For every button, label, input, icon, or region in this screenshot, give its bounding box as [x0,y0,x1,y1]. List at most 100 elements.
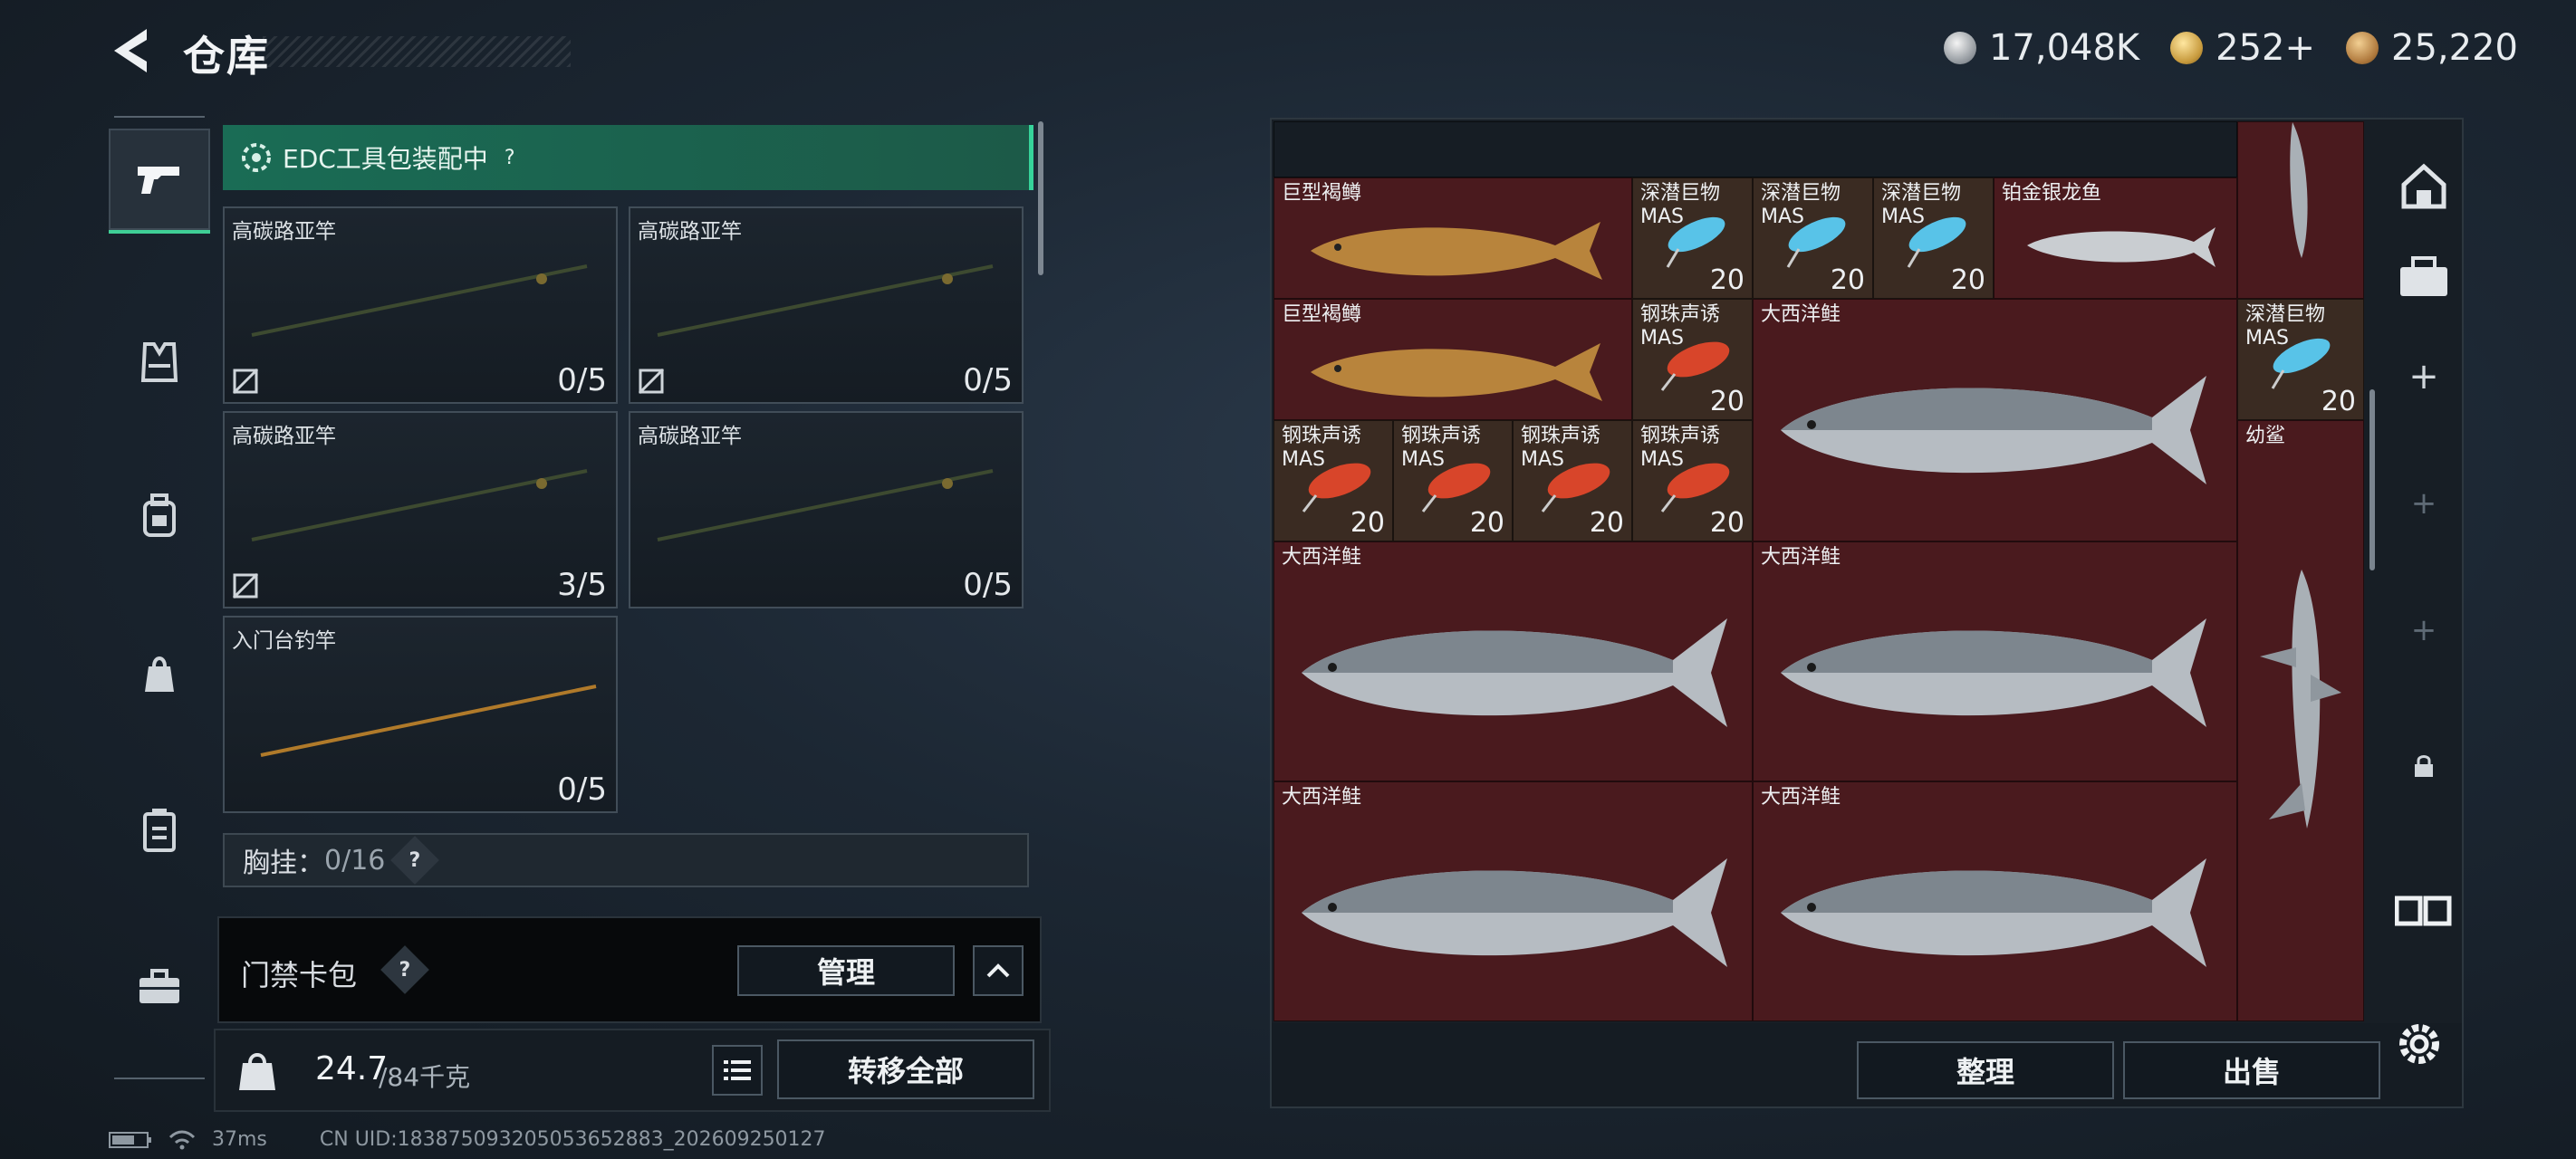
fish-item-atlantic-salmon[interactable]: 大西洋鲑 [1274,541,1753,781]
nav-armor[interactable] [109,311,210,413]
card-bag-help-icon[interactable]: ? [380,945,429,994]
plus-icon: + [2410,485,2437,522]
no-attachment-icon [232,368,259,395]
quick-sort-tab[interactable] [2391,878,2456,943]
add-tab-button-disabled[interactable]: + [2391,471,2456,536]
weight-value: 24.7 [315,1050,389,1087]
lure-item-steel-ball[interactable]: 钢珠声诱 MAS 20 [1632,299,1753,420]
lure-item-deep-diver[interactable]: 深潜巨物 MAS 20 [1753,177,1873,299]
settings-button[interactable] [2393,1018,2446,1070]
chest-help-icon[interactable]: ? [390,836,440,885]
title-decoration [263,36,571,67]
chest-value: 0/16 [324,844,386,876]
nav-case[interactable] [109,779,210,880]
stash-tab-case[interactable] [2391,244,2456,310]
gear-icon [2399,1024,2439,1064]
lure-item-steel-ball[interactable]: 钢珠声诱 MAS 20 [1632,420,1753,541]
wifi-icon [168,1130,196,1149]
shark-image [2260,570,2341,829]
currency-gold[interactable]: 252+ [2170,27,2315,69]
bait-count: 0/5 [557,362,607,398]
list-icon [724,1060,751,1080]
lure-item-deep-diver[interactable]: 深潜巨物 MAS 20 [1632,177,1753,299]
sell-button[interactable]: 出售 [2123,1041,2380,1099]
rod-slot[interactable]: 高碳路亚竿 0/5 [629,206,1024,404]
collapse-button[interactable] [973,945,1024,996]
lure-item-deep-diver[interactable]: 深潜巨物 MAS 20 [1873,177,1994,299]
back-button[interactable] [107,25,158,76]
rod-slot[interactable]: 高碳路亚竿 0/5 [223,206,618,404]
stash-scrollbar[interactable] [2369,389,2375,570]
blue-lure-image [1907,216,1966,268]
nav-toolbox[interactable] [109,936,210,1038]
stack-count: 20 [1350,507,1385,539]
fishing-rod-image [251,264,588,337]
transfer-all-button[interactable]: 转移全部 [777,1039,1034,1099]
lure-item-steel-ball[interactable]: 钢珠声诱 MAS 20 [1513,420,1632,541]
item-name: 大西洋鲑 [1761,303,1841,326]
nav-weapons[interactable] [109,129,210,234]
manage-button[interactable]: 管理 [737,945,955,996]
sort-button[interactable]: 整理 [1857,1041,2114,1099]
lure-item-steel-ball[interactable]: 钢珠声诱 MAS 20 [1274,420,1393,541]
nav-pouch[interactable] [109,623,210,724]
chest-rig-bar[interactable]: 胸挂： 0/16 ? [223,833,1029,887]
fishing-rod-image [657,469,994,541]
access-card-bag: 门禁卡包 ? 管理 [217,916,1042,1023]
rod-slot[interactable]: 入门台钓竿 0/5 [223,616,618,813]
fish-item-atlantic-salmon[interactable]: 大西洋鲑 [1753,541,2237,781]
nav-backpack[interactable] [109,465,210,567]
bag-icon [145,656,174,692]
weight-icon [239,1053,275,1090]
stack-count: 20 [1950,264,1985,296]
help-icon[interactable]: ? [505,147,515,169]
bronze-coin-icon [2346,32,2379,64]
fish-item-atlantic-salmon[interactable]: 大西洋鲑 [1753,299,2237,541]
currency-silver[interactable]: 17,048K [1943,27,2139,69]
item-name: 高碳路亚竿 [638,220,742,244]
item-name: 巨型褐鳟 [1282,303,1362,326]
stash-tabs: + + + [2382,118,2464,1023]
lure-item-steel-ball[interactable]: 钢珠声诱 MAS 20 [1393,420,1513,541]
fish-item-young-shark[interactable]: 幼鲨 [2237,420,2364,1021]
page-title: 仓库 [183,32,270,81]
left-scrollbar[interactable] [1038,121,1043,275]
edc-toolkit-banner[interactable]: EDC工具包装配中 ? [223,125,1033,190]
blue-lure-image [1666,216,1725,268]
empty-cell-row[interactable] [1274,121,2237,177]
gold-triangle-coin-icon [2170,32,2204,64]
toolbox-icon [139,969,179,1003]
brown-trout-image [1311,343,1602,401]
item-name: 铂金银龙鱼 [2002,182,2102,205]
fish-item-atlantic-salmon[interactable]: 大西洋鲑 [1274,781,1753,1021]
item-name: 大西洋鲑 [1282,546,1362,569]
fish-item-brown-trout[interactable]: 巨型褐鳟 [1274,299,1632,420]
fish-item-atlantic-salmon[interactable]: 大西洋鲑 [1753,781,2237,1021]
add-tab-button-disabled[interactable]: + [2391,598,2456,663]
fish-item-shark-top[interactable] [2237,121,2364,299]
locked-tab[interactable] [2391,733,2456,799]
rod-slot[interactable]: 高碳路亚竿 0/5 [629,411,1024,608]
no-attachment-icon [232,572,259,599]
lure-item-deep-diver[interactable]: 深潜巨物 MAS 20 [2237,299,2364,420]
fish-item-brown-trout[interactable]: 巨型褐鳟 [1274,177,1632,299]
add-tab-button[interactable]: + [2391,344,2456,409]
stash-footer: 整理 出售 [1270,1023,2464,1108]
stash-tab-home[interactable] [2391,154,2456,219]
rod-slot[interactable]: 高碳路亚竿 3/5 [223,411,618,608]
arowana-image [2027,227,2216,267]
blue-lure-image [2271,338,2331,389]
auto-arrange-icon [2395,896,2452,926]
stack-count: 20 [1709,386,1745,417]
item-name: 幼鲨 [2245,425,2286,447]
list-view-button[interactable] [712,1045,763,1096]
no-attachment-icon [638,368,665,395]
currency-bronze[interactable]: 25,220 [2346,27,2518,69]
stash-grid: 巨型褐鳟 深潜巨物 MAS 20 深潜巨物 MAS 20 深潜巨物 MAS 20… [1274,121,2364,1021]
currency-bar: 17,048K 252+ 25,220 [1943,27,2518,69]
item-name: 大西洋鲑 [1282,786,1362,809]
warehouse-icon [2401,163,2446,209]
item-name: 巨型褐鳟 [1282,182,1362,205]
fish-item-platinum-arowana[interactable]: 铂金银龙鱼 [1994,177,2237,299]
bait-count: 0/5 [557,771,607,808]
